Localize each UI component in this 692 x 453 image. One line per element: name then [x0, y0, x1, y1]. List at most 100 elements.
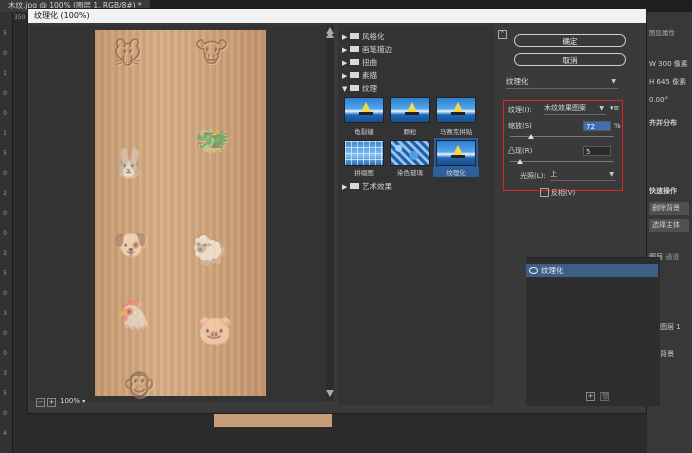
zoom-out-icon[interactable]: − — [36, 398, 45, 407]
effect-layer-label: 纹理化 — [541, 266, 564, 275]
quick-actions-title: 快速操作 — [649, 187, 677, 195]
category-brush-strokes[interactable]: ▶ 画笔描边 — [342, 44, 392, 56]
ruler-mark: 0 — [3, 350, 7, 357]
thumb-texturizer[interactable] — [434, 138, 478, 168]
ruler-mark: 1 — [3, 130, 7, 137]
folder-icon — [350, 46, 359, 52]
expand-arrow-icon: ▶ — [342, 59, 348, 67]
category-artistic[interactable]: ▶ 艺术效果 — [342, 181, 392, 193]
relief-label: 凸现(R) — [508, 147, 533, 155]
relief-slider-track[interactable] — [510, 161, 614, 162]
thumb-craquelure-label: 龟裂缝 — [354, 128, 374, 136]
effect-layers-panel: 纹理化 + 🗑 — [526, 257, 660, 406]
ruler-top-label: 350 — [14, 14, 26, 21]
new-effect-layer-icon[interactable]: + — [586, 392, 595, 401]
ruler-mark: 0 — [3, 110, 7, 117]
thumb-grain-label: 颗粒 — [403, 128, 417, 136]
scale-slider-handle[interactable] — [527, 134, 534, 139]
cancel-button[interactable]: 取消 — [514, 53, 626, 66]
ruler-mark: 3 — [3, 310, 7, 317]
dialog-title: 纹理化 (100%) — [28, 9, 646, 23]
thumb-mosaic-tiles[interactable] — [436, 97, 476, 123]
ruler-mark: 0 — [3, 90, 7, 97]
select-subject-button[interactable]: 选择主体 — [649, 219, 689, 232]
folder-icon — [350, 183, 359, 189]
folder-icon — [350, 33, 359, 39]
relief-slider-handle[interactable] — [517, 159, 524, 164]
emboss-pig: 🐷 — [197, 313, 232, 346]
emboss-dragon: 🐲 — [195, 123, 230, 156]
zoom-select[interactable]: 100% ▾ — [60, 396, 100, 407]
preview-area[interactable]: 🐭 🐮 🐲 🐰 🐶 🐑 🐔 🐷 🐵 — [30, 25, 334, 402]
h-label: H — [649, 78, 655, 86]
w-value[interactable]: 300 像素 — [658, 60, 688, 68]
ruler-mark: 0 — [3, 290, 7, 297]
ruler-mark: 0 — [3, 170, 7, 177]
filter-select[interactable]: 纹理化 ▼ — [506, 76, 618, 89]
category-distort[interactable]: ▶ 扭曲 — [342, 57, 377, 69]
light-select[interactable]: 上 ▼ — [550, 169, 616, 181]
w-label: W — [649, 60, 656, 68]
zoom-in-icon[interactable]: + — [47, 398, 56, 407]
expand-arrow-icon: ▶ — [342, 33, 348, 41]
thumb-stained-glass[interactable] — [390, 140, 430, 166]
ruler-mark: 0 — [3, 50, 7, 57]
thumb-grain[interactable] — [390, 97, 430, 123]
category-texture[interactable]: ▼ 纹理 — [342, 83, 377, 95]
preview-scrollbar[interactable] — [326, 25, 334, 401]
ruler-mark: 5 — [3, 30, 7, 37]
tab-channels[interactable]: 通道 — [665, 253, 679, 261]
eye-icon[interactable] — [529, 267, 538, 274]
relief-input[interactable]: 5 — [583, 146, 611, 156]
invert-label: 反相(V) — [551, 189, 576, 197]
folder-icon — [350, 59, 359, 65]
thumb-mosaic-tiles-label: 马赛克拼贴 — [439, 128, 473, 136]
invert-checkbox[interactable] — [540, 188, 549, 197]
angle-value[interactable]: 0.00° — [649, 96, 668, 104]
align-section-title: 齐并分布 — [649, 119, 677, 127]
delete-effect-layer-icon[interactable]: 🗑 — [600, 392, 610, 401]
expand-arrow-icon: ▶ — [342, 183, 348, 191]
folder-icon — [350, 72, 359, 78]
texture-label: 纹理(I): — [508, 106, 532, 114]
properties-title: 图层属性 — [649, 29, 675, 37]
ruler-mark: 0 — [3, 230, 7, 237]
ruler-mark: 0 — [3, 210, 7, 217]
zoom-bar: − + 100% ▾ — [30, 395, 330, 409]
ruler-mark: 5 — [3, 270, 7, 277]
ruler-mark: 5 — [3, 390, 7, 397]
collapse-panel-icon[interactable] — [326, 31, 334, 38]
ruler-mark: 4 — [3, 430, 7, 437]
ruler-mark: 5 — [3, 150, 7, 157]
category-sketch[interactable]: ▶ 素描 — [342, 70, 377, 82]
thumb-stained-glass-label: 染色玻璃 — [397, 169, 423, 177]
thumb-patchwork[interactable] — [344, 140, 384, 166]
scale-input[interactable]: 72 — [583, 121, 611, 131]
texture-select[interactable]: 木纹效果图案 ▼ — [544, 103, 606, 115]
toggle-gallery-icon[interactable]: ^ — [498, 30, 507, 39]
filter-gallery-dialog: 纹理化 (100%) 🐭 🐮 🐲 🐰 🐶 🐑 🐔 🐷 🐵 − + 100% ▾ … — [27, 8, 660, 414]
layer-1[interactable]: 图层 1 — [660, 322, 681, 332]
scale-slider-track[interactable] — [510, 136, 614, 137]
emboss-dog: 🐶 — [113, 228, 148, 261]
scale-unit: % — [614, 122, 621, 130]
category-stylize[interactable]: ▶ 风格化 — [342, 31, 385, 43]
folder-open-icon — [350, 85, 359, 91]
expand-arrow-icon: ▶ — [342, 46, 348, 54]
ok-button[interactable]: 确定 — [514, 34, 626, 47]
effect-layer-row[interactable]: 纹理化 — [526, 264, 658, 277]
filter-category-list: ▶ 风格化 ▶ 画笔描边 ▶ 扭曲 ▶ 素描 ▼ 纹理 龟裂缝 颗粒 马赛克拼贴 拼缀图 … — [326, 25, 494, 405]
h-value[interactable]: 645 像素 — [657, 78, 687, 86]
texture-menu-icon[interactable]: ▾≡ — [610, 104, 619, 112]
remove-background-button[interactable]: 删除背景 — [649, 202, 689, 215]
preview-image[interactable]: 🐭 🐮 🐲 🐰 🐶 🐑 🐔 🐷 🐵 — [95, 30, 266, 402]
emboss-ox: 🐮 — [195, 36, 229, 69]
layer-background[interactable]: 背景 — [660, 349, 674, 359]
ruler-mark: 0 — [3, 330, 7, 337]
thumb-craquelure[interactable] — [344, 97, 384, 123]
collapse-arrow-icon: ▼ — [342, 85, 348, 93]
ruler-mark: 2 — [3, 190, 7, 197]
expand-arrow-icon: ▶ — [342, 72, 348, 80]
vertical-ruler: 5 0 1 0 0 1 5 0 2 0 0 2 5 0 3 0 0 3 5 0 4 — [0, 12, 13, 453]
emboss-rat: 🐭 — [113, 38, 143, 71]
